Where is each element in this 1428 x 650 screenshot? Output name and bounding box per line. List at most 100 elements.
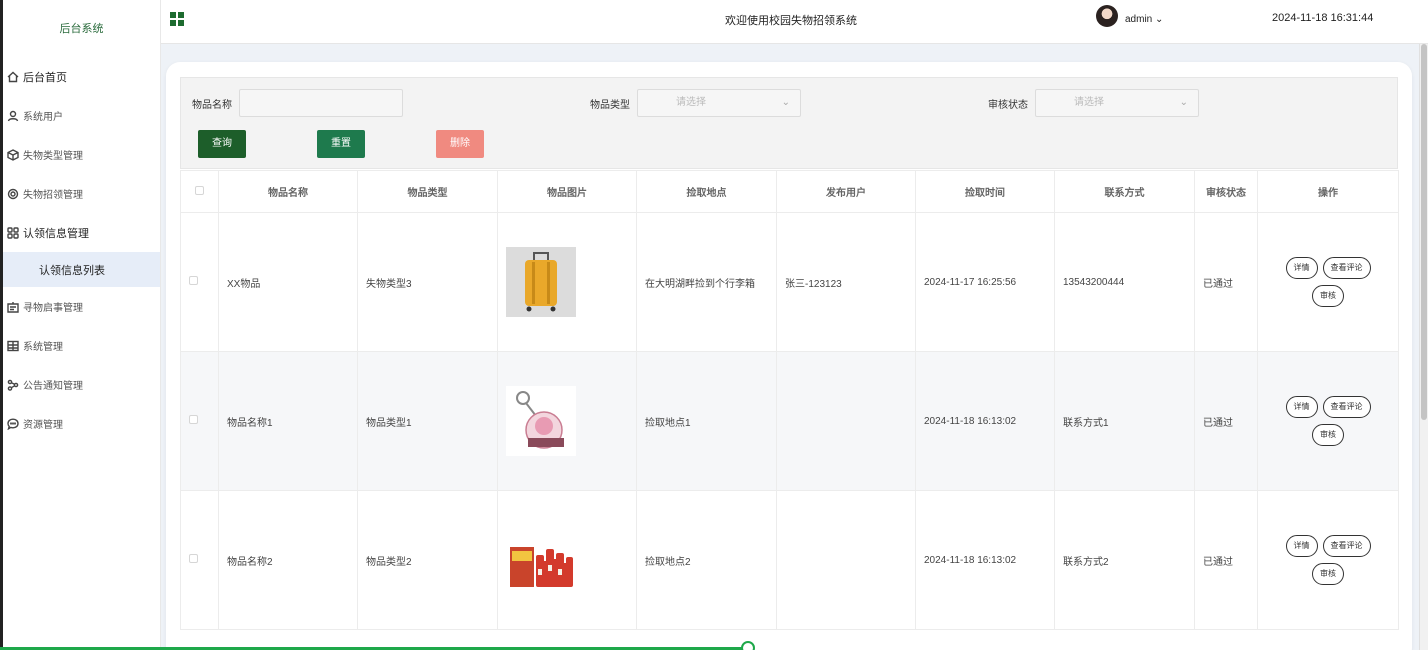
sidebar-item-claim-info[interactable]: 认领信息管理 — [3, 213, 160, 252]
chevron-down-icon: ⌄ — [1179, 97, 1188, 108]
reset-button[interactable]: 重置 — [317, 130, 365, 158]
cell-status: 已通过 — [1194, 212, 1258, 352]
item-type-placeholder: 请选择 — [676, 97, 706, 108]
detail-button[interactable]: 详情 — [1285, 257, 1318, 279]
cell-item-name: 物品名称2 — [218, 490, 358, 630]
suitcase-image — [506, 247, 576, 317]
sidebar-item-label: 公告通知管理 — [23, 381, 83, 392]
cell-actions: 详情 查看评论 审核 — [1257, 351, 1399, 491]
table-row: 物品名称1 物品类型1 捡取地点1 2024-11-18 16:13:02 联系… — [180, 351, 1399, 491]
cell-contact: 13543200444 — [1054, 212, 1195, 352]
share-icon — [6, 378, 19, 391]
cell-user — [776, 351, 916, 491]
search-bar: 物品名称 物品类型 请选择 ⌄ 审核状态 请选择 ⌄ 查询 重置 删除 — [180, 77, 1398, 169]
table-row: 物品名称2 物品类型2 捡取地点2 2024-11-18 16:13:02 联系… — [180, 490, 1399, 630]
cell-time: 2024-11-17 16:25:56 — [915, 212, 1055, 352]
item-name-input[interactable] — [239, 89, 403, 117]
sidebar-item-lost-found[interactable]: 失物招领管理 — [3, 174, 160, 213]
column-header: 物品名称 — [218, 170, 358, 213]
cell-user — [776, 490, 916, 630]
page-scrollbar[interactable] — [1419, 44, 1428, 650]
item-type-label: 物品类型 — [590, 100, 630, 111]
cell-status: 已通过 — [1194, 490, 1258, 630]
cell-item-name: XX物品 — [218, 212, 358, 352]
cell-item-type: 失物类型3 — [357, 212, 498, 352]
sidebar-item-label: 系统管理 — [23, 342, 63, 353]
sidebar-item-resources[interactable]: 资源管理 — [3, 404, 160, 443]
user-menu[interactable]: admin ⌄ — [1125, 14, 1163, 25]
sidebar-item-lost-notice[interactable]: 寻物启事管理 — [3, 287, 160, 326]
sidebar-item-label: 失物招领管理 — [23, 190, 83, 201]
delete-button[interactable]: 删除 — [436, 130, 484, 158]
home-icon — [6, 70, 19, 83]
sidebar-item-announcement[interactable]: 公告通知管理 — [3, 365, 160, 404]
sidebar-item-lost-type[interactable]: 失物类型管理 — [3, 135, 160, 174]
sidebar-item-label: 系统用户 — [23, 112, 63, 123]
review-button[interactable]: 审核 — [1312, 563, 1344, 585]
table-row: XX物品 失物类型3 在大明湖畔捡到个行李箱 张三-123123 2024-11… — [180, 212, 1399, 352]
sidebar-item-label: 认领信息管理 — [23, 227, 89, 240]
cell-time: 2024-11-18 16:13:02 — [915, 351, 1055, 491]
cell-time: 2024-11-18 16:13:02 — [915, 490, 1055, 630]
column-header: 操作 — [1257, 170, 1399, 213]
sidebar-item-label: 失物类型管理 — [23, 151, 83, 162]
cell-user: 张三-123123 — [776, 212, 916, 352]
table-header-row: 物品名称 物品类型 物品图片 捡取地点 发布用户 捡取时间 联系方式 审核状态 … — [180, 170, 1399, 213]
cell-item-image — [497, 212, 637, 352]
status-select[interactable]: 请选择 ⌄ — [1035, 89, 1199, 117]
column-header: 捡取时间 — [915, 170, 1055, 213]
cell-contact: 联系方式1 — [1054, 351, 1195, 491]
cell-place: 在大明湖畔捡到个行李箱 — [636, 212, 777, 352]
welcome-text: 欢迎使用校园失物招领系统 — [725, 15, 857, 27]
status-label: 审核状态 — [988, 100, 1028, 111]
sidebar-item-label: 寻物启事管理 — [23, 303, 83, 314]
column-header: 物品图片 — [497, 170, 637, 213]
user-icon — [6, 109, 19, 122]
gear-icon — [6, 187, 19, 200]
row-checkbox[interactable] — [180, 212, 219, 352]
layout-icon — [6, 339, 19, 352]
sidebar-menu: 后台首页 系统用户 失物类型管理 失物招领管理 认领信息管理 认领信息列表 寻物… — [3, 57, 160, 443]
item-name-label: 物品名称 — [192, 100, 232, 111]
cell-place: 捡取地点1 — [636, 351, 777, 491]
cell-item-type: 物品类型2 — [357, 490, 498, 630]
row-checkbox[interactable] — [180, 490, 219, 630]
scrollbar-thumb[interactable] — [1421, 44, 1427, 420]
username: admin — [1125, 14, 1153, 25]
view-comments-button[interactable]: 查看评论 — [1322, 257, 1371, 279]
detail-button[interactable]: 详情 — [1285, 535, 1318, 557]
sidebar-item-label: 资源管理 — [23, 420, 63, 431]
avatar[interactable] — [1096, 5, 1118, 27]
chat-icon — [6, 417, 19, 430]
cell-item-name: 物品名称1 — [218, 351, 358, 491]
sidebar-item-system-manage[interactable]: 系统管理 — [3, 326, 160, 365]
cell-item-type: 物品类型1 — [357, 351, 498, 491]
view-comments-button[interactable]: 查看评论 — [1322, 535, 1371, 557]
column-header: 物品类型 — [357, 170, 498, 213]
sidebar-item-home[interactable]: 后台首页 — [3, 57, 160, 96]
menu-toggle-icon[interactable] — [170, 12, 184, 26]
detail-button[interactable]: 详情 — [1285, 396, 1318, 418]
bottles-image — [506, 525, 576, 595]
review-button[interactable]: 审核 — [1312, 424, 1344, 446]
top-header: 欢迎使用校园失物招领系统 admin ⌄ 2024-11-18 16:31:44 — [161, 0, 1428, 44]
sidebar: 后台系统 后台首页 系统用户 失物类型管理 失物招领管理 认领信息管理 认领信息… — [0, 0, 161, 650]
query-button[interactable]: 查询 — [198, 130, 246, 158]
brand-title: 后台系统 — [59, 23, 104, 35]
sidebar-item-system-users[interactable]: 系统用户 — [3, 96, 160, 135]
cell-actions: 详情 查看评论 审核 — [1257, 490, 1399, 630]
view-comments-button[interactable]: 查看评论 — [1322, 396, 1371, 418]
item-type-select[interactable]: 请选择 ⌄ — [637, 89, 801, 117]
row-checkbox[interactable] — [180, 351, 219, 491]
column-header: 审核状态 — [1194, 170, 1258, 213]
sidebar-subitem-claim-list[interactable]: 认领信息列表 — [3, 252, 160, 287]
review-button[interactable]: 审核 — [1312, 285, 1344, 307]
cell-status: 已通过 — [1194, 351, 1258, 491]
progress-handle — [741, 641, 755, 650]
cell-item-image — [497, 351, 637, 491]
chevron-down-icon: ⌄ — [781, 97, 790, 108]
grid-icon — [6, 226, 19, 239]
cell-contact: 联系方式2 — [1054, 490, 1195, 630]
chevron-down-icon: ⌄ — [1155, 14, 1164, 25]
select-all-checkbox[interactable] — [180, 170, 219, 213]
